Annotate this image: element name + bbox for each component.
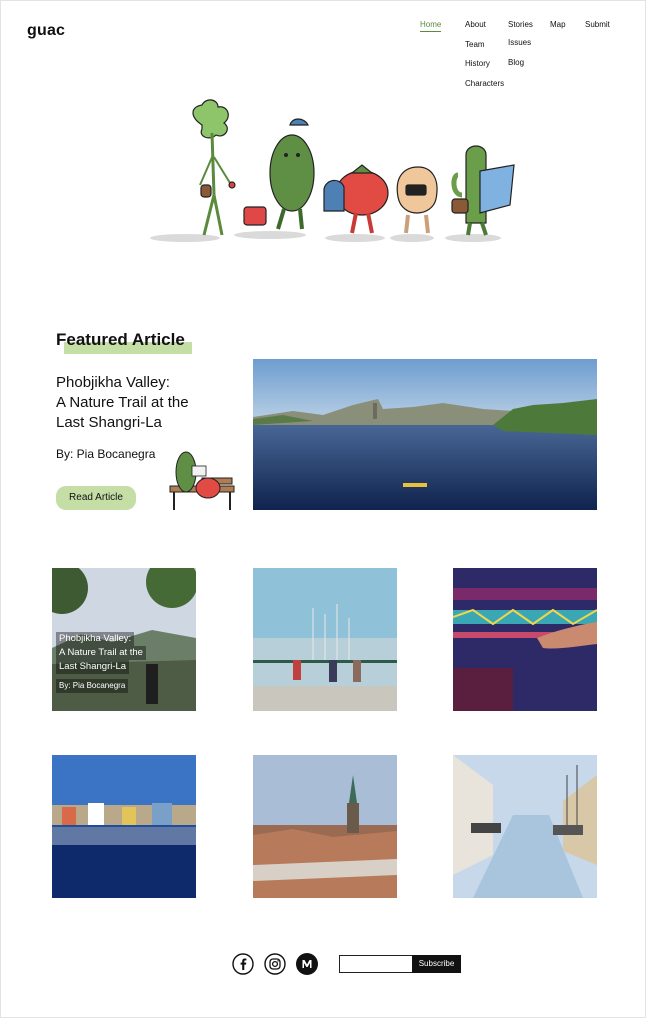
colorful-houses-reflection-photo (52, 755, 196, 898)
subscribe-button[interactable]: Subscribe (412, 955, 461, 973)
nav-blog[interactable]: Blog (508, 58, 524, 67)
nav-home[interactable]: Home (420, 20, 442, 32)
cucumber-character (243, 118, 315, 230)
nav-stories[interactable]: Stories (508, 20, 533, 29)
site-logo[interactable]: guac (27, 22, 65, 40)
article-tile[interactable] (453, 755, 597, 898)
nav-map[interactable]: Map (550, 20, 566, 29)
featured-article-image[interactable] (253, 359, 597, 510)
tile-caption-line: A Nature Trail at the (56, 646, 146, 660)
article-tile[interactable] (453, 568, 597, 711)
nav-submit[interactable]: Submit (585, 20, 610, 29)
instagram-icon[interactable] (264, 953, 286, 975)
read-article-button[interactable]: Read Article (56, 486, 136, 510)
article-tile[interactable] (52, 755, 196, 898)
article-tile[interactable] (253, 755, 397, 898)
dumpling-character (396, 166, 438, 234)
nav-history[interactable]: History (465, 59, 490, 68)
celery-character (192, 99, 236, 236)
featured-headline[interactable]: Phobjikha Valley: A Nature Trail at the … (56, 373, 226, 433)
tile-caption-author: By: Pia Bocanegra (56, 679, 129, 693)
medium-icon[interactable] (296, 953, 318, 975)
woven-textile-hand-photo (453, 568, 597, 711)
featured-author: By: Pia Bocanegra (56, 447, 156, 461)
hero-illustration (140, 95, 520, 255)
featured-section-title: Featured Article (56, 330, 185, 349)
cactus-character (451, 145, 515, 236)
tile-caption-line: Last Shangri-La (56, 660, 130, 674)
article-tile[interactable]: Phobjikha Valley: A Nature Trail at the … (52, 568, 196, 711)
tomato-character (323, 164, 389, 234)
facebook-icon[interactable] (232, 953, 254, 975)
nav-team[interactable]: Team (465, 40, 485, 49)
featured-headline-line: Last Shangri-La (56, 414, 162, 431)
harbor-viewpoint-people-photo (253, 568, 397, 711)
tile-caption-line: Phobjikha Valley: (56, 632, 135, 646)
article-tile[interactable] (253, 568, 397, 711)
nav-about[interactable]: About (465, 20, 486, 29)
subscribe-email-input[interactable] (339, 955, 413, 973)
frozen-canal-boats-photo (453, 755, 597, 898)
nav-issues[interactable]: Issues (508, 38, 531, 47)
featured-headline-line: A Nature Trail at the (56, 394, 189, 411)
city-rooftops-spire-photo (253, 755, 397, 898)
bench-mascot-illustration (168, 440, 236, 512)
tile-caption: Phobjikha Valley: A Nature Trail at the … (52, 632, 196, 693)
nav-characters[interactable]: Characters (465, 79, 504, 88)
featured-headline-line: Phobjikha Valley: (56, 374, 170, 391)
